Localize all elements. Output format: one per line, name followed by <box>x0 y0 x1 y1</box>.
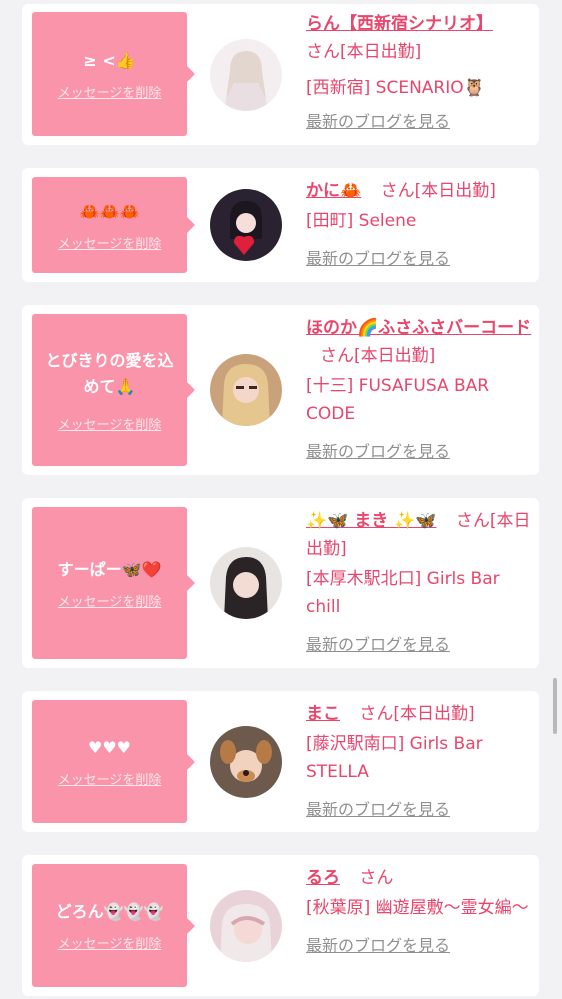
latest-blog-link[interactable]: 最新のブログを見る <box>306 108 536 136</box>
delete-message-link[interactable]: メッセージを削除 <box>58 414 162 433</box>
message-card: ♥♥♥ メッセージを削除 まこ さん[本日出勤] [藤沢駅南口] Girls B… <box>22 691 539 832</box>
message-text: とびきりの愛を込めて🙏 <box>45 350 174 396</box>
girl-name-link[interactable]: かに🦀 <box>306 181 361 201</box>
girl-info: らん【西新宿シナリオ】 さん[本日出勤] [西新宿] SCENARIO🦉 最新の… <box>306 10 536 136</box>
message-text: すーぱー🦋❤️ <box>57 559 162 579</box>
message-text: ♥♥♥ <box>87 738 132 757</box>
shop-name: [十三] FUSAFUSA BAR CODE <box>306 376 490 424</box>
message-bubble: どろん👻👻👻 メッセージを削除 <box>32 864 195 987</box>
status-text: さん <box>359 868 394 888</box>
girl-info: まこ さん[本日出勤] [藤沢駅南口] Girls Bar STELLA 最新の… <box>306 700 536 824</box>
avatar[interactable] <box>210 726 282 798</box>
latest-blog-link[interactable]: 最新のブログを見る <box>306 932 536 960</box>
avatar[interactable] <box>210 354 282 426</box>
avatar[interactable] <box>210 39 282 111</box>
girl-info: ほのか🌈ふさふさバーコード さん[本日出勤] [十三] FUSAFUSA BAR… <box>306 314 536 466</box>
delete-message-link[interactable]: メッセージを削除 <box>58 233 162 252</box>
shop-name: [本厚木駅北口] Girls Bar chill <box>306 569 500 617</box>
status-text: さん[本日出勤] <box>306 42 422 62</box>
message-text: 🦀🦀🦀 <box>79 201 140 221</box>
message-text: ≥ <👍 <box>83 50 136 70</box>
latest-blog-link[interactable]: 最新のブログを見る <box>306 245 536 273</box>
status-text: さん[本日出勤] <box>380 181 496 201</box>
scrollbar[interactable] <box>553 678 557 734</box>
shop-name: [秋葉原] 幽遊屋敷〜霊女編〜 <box>306 898 529 918</box>
girl-info: るろ さん [秋葉原] 幽遊屋敷〜霊女編〜 最新のブログを見る <box>306 864 536 960</box>
girl-name-link[interactable]: ✨🦋 まき ✨🦋 <box>306 511 437 531</box>
delete-message-link[interactable]: メッセージを削除 <box>58 82 162 101</box>
shop-name: [藤沢駅南口] Girls Bar STELLA <box>306 734 483 782</box>
shop-name: [田町] Selene <box>306 211 417 231</box>
delete-message-link[interactable]: メッセージを削除 <box>58 769 162 788</box>
shop-name: [西新宿] SCENARIO🦉 <box>306 78 485 98</box>
message-card: すーぱー🦋❤️ メッセージを削除 ✨🦋 まき ✨🦋 さん[本日出勤] [本厚木駅… <box>22 498 539 668</box>
girl-name-link[interactable]: まこ <box>306 704 340 724</box>
avatar[interactable] <box>210 547 282 619</box>
message-card: 🦀🦀🦀 メッセージを削除 かに🦀 さん[本日出勤] [田町] Selene 最新… <box>22 168 539 282</box>
message-bubble: ♥♥♥ メッセージを削除 <box>32 700 195 823</box>
latest-blog-link[interactable]: 最新のブログを見る <box>306 631 536 659</box>
avatar[interactable] <box>210 189 282 261</box>
status-text: さん[本日出勤] <box>359 704 475 724</box>
message-card: どろん👻👻👻 メッセージを削除 るろ さん [秋葉原] 幽遊屋敷〜霊女編〜 最新… <box>22 855 539 996</box>
delete-message-link[interactable]: メッセージを削除 <box>58 933 162 952</box>
message-bubble: 🦀🦀🦀 メッセージを削除 <box>32 177 195 273</box>
message-text: どろん👻👻👻 <box>55 902 164 921</box>
status-text: さん[本日出勤] <box>320 346 436 366</box>
message-bubble: ≥ <👍 メッセージを削除 <box>32 12 195 136</box>
girl-name-link[interactable]: るろ <box>306 868 340 888</box>
delete-message-link[interactable]: メッセージを削除 <box>58 591 162 610</box>
girl-info: ✨🦋 まき ✨🦋 さん[本日出勤] [本厚木駅北口] Girls Bar chi… <box>306 507 536 659</box>
message-card: ≥ <👍 メッセージを削除 らん【西新宿シナリオ】 さん[本日出勤] [西新宿]… <box>22 4 539 145</box>
latest-blog-link[interactable]: 最新のブログを見る <box>306 796 536 824</box>
latest-blog-link[interactable]: 最新のブログを見る <box>306 438 536 466</box>
girl-info: かに🦀 さん[本日出勤] [田町] Selene 最新のブログを見る <box>306 177 536 273</box>
avatar[interactable] <box>210 890 282 962</box>
girl-name-link[interactable]: ほのか🌈ふさふさバーコード <box>306 318 531 338</box>
message-bubble: とびきりの愛を込めて🙏 メッセージを削除 <box>32 314 195 466</box>
girl-name-link[interactable]: らん【西新宿シナリオ】 <box>306 14 493 34</box>
message-bubble: すーぱー🦋❤️ メッセージを削除 <box>32 507 195 659</box>
message-card: とびきりの愛を込めて🙏 メッセージを削除 ほのか🌈ふさふさバーコード さん[本日… <box>22 305 539 475</box>
